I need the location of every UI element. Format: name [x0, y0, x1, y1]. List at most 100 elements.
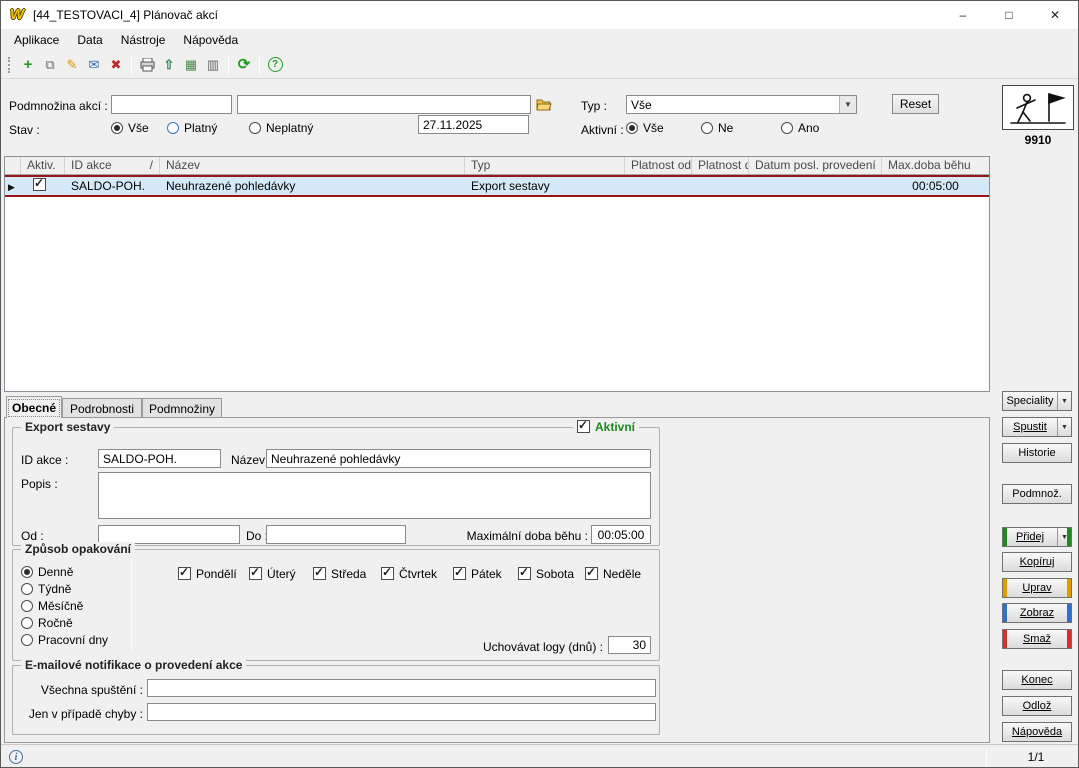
smaz-button[interactable]: Smaž: [1002, 629, 1072, 649]
aktivni-ano-label: Ano: [798, 121, 819, 135]
aktivni-vse-label: Vše: [643, 121, 664, 135]
aktivni-radio-ano[interactable]: Ano: [781, 120, 819, 135]
freq-radio-tydne[interactable]: Týdně: [21, 581, 71, 596]
stav-radio-neplatny[interactable]: Neplatný: [249, 120, 313, 135]
pridej-button[interactable]: Přidej ▼: [1002, 527, 1072, 547]
do-input[interactable]: [266, 525, 406, 544]
stav-radio-vse[interactable]: Vše: [111, 120, 149, 135]
day-nedele-checkbox[interactable]: [585, 567, 598, 580]
nazev-input[interactable]: [266, 449, 651, 468]
aktivni-checkbox[interactable]: [577, 420, 590, 433]
column-header-max-doba[interactable]: Max.doba běhu: [882, 157, 989, 174]
day-ctvrtek-field[interactable]: Čtvrtek: [381, 566, 437, 581]
column-header-datum-posl[interactable]: Datum posl. provedení: [749, 157, 882, 174]
day-sobota-checkbox[interactable]: [518, 567, 531, 580]
freq-radio-pracovni-dny[interactable]: Pracovní dny: [21, 632, 108, 647]
day-nedele-field[interactable]: Neděle: [585, 566, 641, 581]
aktivni-radio-ne[interactable]: Ne: [701, 120, 733, 135]
podmnozina-code-input[interactable]: [111, 95, 232, 114]
group-opakovani-title: Způsob opakování: [21, 542, 135, 556]
jen-chyby-input[interactable]: [147, 703, 656, 721]
aktivni-checkbox-field[interactable]: Aktivní: [573, 419, 639, 434]
tab-podmnoziny[interactable]: Podmnožiny: [142, 398, 222, 418]
freq-radio-rocne[interactable]: Ročně: [21, 615, 73, 630]
day-pondeli-checkbox[interactable]: [178, 567, 191, 580]
copy-button[interactable]: ⧉: [39, 54, 61, 76]
column-header-platnost-do[interactable]: Platnost do: [692, 157, 749, 174]
vsechna-spusteni-input[interactable]: [147, 679, 656, 697]
open-subset-button[interactable]: [534, 95, 554, 114]
date-input[interactable]: [418, 115, 529, 134]
column-header-typ[interactable]: Typ: [465, 157, 625, 174]
row-selector-header[interactable]: [5, 157, 21, 174]
menu-data[interactable]: Data: [68, 29, 111, 51]
tab-podmnoziny-label: Podmnožiny: [149, 402, 215, 416]
new-button[interactable]: +: [17, 54, 39, 76]
day-patek-field[interactable]: Pátek: [453, 566, 502, 581]
day-utery-label: Úterý: [267, 567, 296, 581]
day-patek-checkbox[interactable]: [453, 567, 466, 580]
napoveda-button[interactable]: Nápověda: [1002, 722, 1072, 742]
zobraz-button[interactable]: Zobraz: [1002, 603, 1072, 623]
kopiruj-button[interactable]: Kopíruj: [1002, 552, 1072, 572]
stav-radio-platny[interactable]: Platný: [167, 120, 217, 135]
reset-button[interactable]: Reset: [892, 94, 939, 114]
uprav-button[interactable]: Uprav: [1002, 578, 1072, 598]
podmnoz-button[interactable]: Podmnož.: [1002, 484, 1072, 504]
chevron-down-icon[interactable]: ▼: [1057, 392, 1071, 410]
freq-radio-denne[interactable]: Denně: [21, 564, 73, 579]
aktivni-radio-vse[interactable]: Vše: [626, 120, 664, 135]
chevron-down-icon[interactable]: ▼: [1057, 528, 1071, 546]
radio-dot-icon: [21, 634, 33, 646]
logs-input[interactable]: [608, 636, 651, 654]
close-button[interactable]: ✕: [1032, 1, 1078, 29]
row-aktiv-checkbox[interactable]: [33, 178, 46, 191]
popis-textarea[interactable]: [98, 472, 651, 519]
day-ctvrtek-checkbox[interactable]: [381, 567, 394, 580]
menu-nastroje[interactable]: Nástroje: [112, 29, 175, 51]
refresh-button[interactable]: ⟳: [233, 54, 255, 76]
tab-panel-obecne: Export sestavy Aktivní ID akce : Název :…: [4, 417, 990, 743]
toolbar: + ⧉ ✎ ✉ ✖ ⇧ ▦ ▥ ⟳ ?: [1, 51, 1078, 79]
day-utery-checkbox[interactable]: [249, 567, 262, 580]
info-icon[interactable]: i: [9, 750, 23, 764]
column-header-platnost-od[interactable]: Platnost od: [625, 157, 692, 174]
toolbar-grip[interactable]: [8, 57, 12, 73]
help-button[interactable]: ?: [264, 54, 286, 76]
tab-podrobnosti[interactable]: Podrobnosti: [62, 398, 142, 418]
day-utery-field[interactable]: Úterý: [249, 566, 296, 581]
speciality-button[interactable]: Speciality ▼: [1002, 391, 1072, 411]
menu-napoveda[interactable]: Nápověda: [174, 29, 247, 51]
podmnozina-name-input[interactable]: [237, 95, 531, 114]
table-view-button[interactable]: ▦: [180, 54, 202, 76]
columns-button[interactable]: ▥: [202, 54, 224, 76]
id-akce-input[interactable]: [98, 449, 221, 468]
speciality-label: Speciality: [1003, 392, 1057, 410]
table-row[interactable]: ▶ SALDO-POH. Neuhrazené pohledávky Expor…: [5, 175, 989, 197]
day-pondeli-field[interactable]: Pondělí: [178, 566, 237, 581]
max-doba-input[interactable]: [591, 525, 651, 544]
column-header-nazev[interactable]: Název: [160, 157, 465, 174]
delete-button[interactable]: ✖: [105, 54, 127, 76]
day-streda-checkbox[interactable]: [313, 567, 326, 580]
column-header-aktiv[interactable]: Aktiv.: [21, 157, 65, 174]
minimize-button[interactable]: –: [940, 1, 986, 29]
freq-radio-mesicne[interactable]: Měsíčně: [21, 598, 83, 613]
day-sobota-field[interactable]: Sobota: [518, 566, 574, 581]
konec-button[interactable]: Konec: [1002, 670, 1072, 690]
spustit-button[interactable]: Spustit ▼: [1002, 417, 1072, 437]
tab-obecne[interactable]: Obecné: [6, 396, 62, 418]
historie-button[interactable]: Historie: [1002, 443, 1072, 463]
chevron-down-icon[interactable]: ▼: [1057, 418, 1071, 436]
menu-aplikace[interactable]: Aplikace: [5, 29, 68, 51]
column-header-id-akce[interactable]: ID akce /: [65, 157, 160, 174]
export-button[interactable]: ⇧: [158, 54, 180, 76]
refresh-icon: ⟳: [238, 57, 251, 72]
email-button[interactable]: ✉: [83, 54, 105, 76]
typ-dropdown[interactable]: Vše ▼: [626, 95, 857, 114]
maximize-button[interactable]: □: [986, 1, 1032, 29]
day-streda-field[interactable]: Středa: [313, 566, 366, 581]
print-button[interactable]: [136, 54, 158, 76]
edit-button[interactable]: ✎: [61, 54, 83, 76]
odloz-button[interactable]: Odlož: [1002, 696, 1072, 716]
